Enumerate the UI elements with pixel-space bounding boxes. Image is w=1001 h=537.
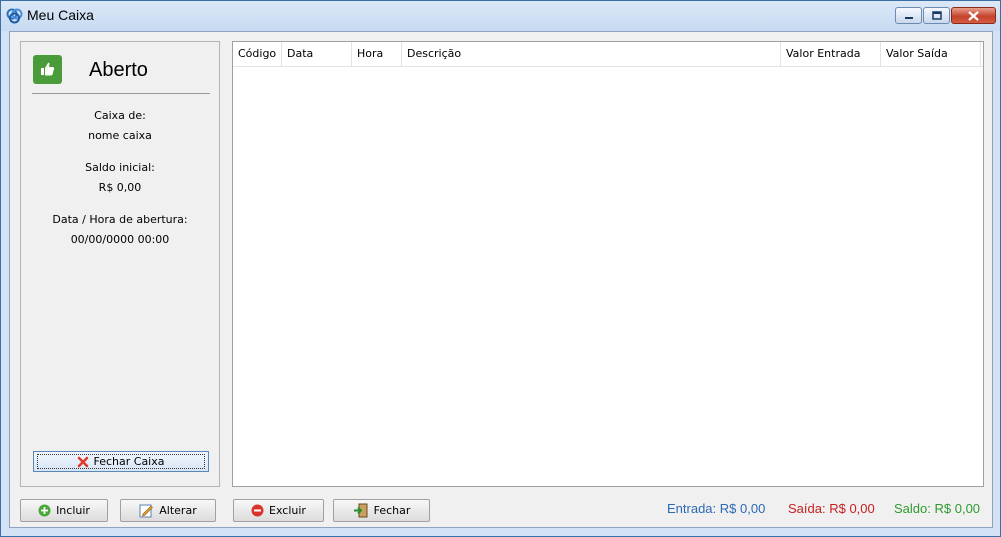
table-header: Código Data Hora Descrição Valor Entrada… (233, 42, 983, 67)
window-title: Meu Caixa (27, 7, 94, 23)
saida-total: Saída: R$ 0,00 (788, 501, 875, 516)
cash-status-panel: Aberto Caixa de: nome caixa Saldo inicia… (20, 41, 220, 487)
close-icon (968, 10, 979, 21)
fechar-label: Fechar (373, 504, 411, 517)
exit-door-icon (353, 503, 368, 518)
column-header-descricao[interactable]: Descrição (402, 42, 781, 66)
edit-icon (139, 504, 154, 518)
column-header-valor-saida[interactable]: Valor Saída (881, 42, 981, 66)
column-header-codigo[interactable]: Código (233, 42, 282, 66)
add-icon (38, 504, 51, 517)
cash-register-app-icon (6, 8, 23, 24)
column-header-hora[interactable]: Hora (352, 42, 402, 66)
alterar-button[interactable]: Alterar (120, 499, 216, 522)
fechar-caixa-button[interactable]: Fechar Caixa (33, 451, 209, 472)
cash-status-label: Aberto (89, 59, 148, 81)
saida-label: Saída: (788, 501, 826, 516)
saldo-label: Saldo: (894, 501, 931, 516)
client-area: Aberto Caixa de: nome caixa Saldo inicia… (9, 31, 993, 528)
excluir-button[interactable]: Excluir (233, 499, 324, 522)
caixa-name-value: nome caixa (88, 129, 152, 142)
abertura-label: Data / Hora de abertura: (52, 213, 188, 226)
minimize-button[interactable] (895, 7, 922, 24)
saldo-total: Saldo: R$ 0,00 (894, 501, 980, 516)
saldo-value: R$ 0,00 (934, 501, 981, 516)
entrada-label: Entrada: (667, 501, 717, 516)
delete-icon (251, 504, 264, 517)
abertura-value: 00/00/0000 00:00 (70, 233, 170, 246)
saldo-inicial-label: Saldo inicial: (85, 161, 155, 174)
incluir-label: Incluir (56, 504, 90, 517)
incluir-button[interactable]: Incluir (20, 499, 108, 522)
saida-value: R$ 0,00 (829, 501, 875, 516)
transactions-table[interactable]: Código Data Hora Descrição Valor Entrada… (232, 41, 984, 487)
column-header-data[interactable]: Data (282, 42, 352, 66)
maximize-icon (931, 11, 942, 20)
minimize-icon (904, 16, 913, 19)
close-button[interactable] (951, 7, 996, 24)
fechar-button[interactable]: Fechar (333, 499, 430, 522)
excluir-label: Excluir (269, 504, 306, 517)
title-bar[interactable]: Meu Caixa (1, 1, 1000, 31)
maximize-button[interactable] (923, 7, 950, 24)
column-header-valor-entrada[interactable]: Valor Entrada (781, 42, 881, 66)
saldo-inicial-value: R$ 0,00 (98, 181, 142, 194)
fechar-caixa-label: Fechar Caixa (93, 455, 165, 468)
thumbs-up-icon (33, 55, 62, 84)
red-x-icon (78, 456, 89, 467)
alterar-label: Alterar (159, 504, 197, 517)
entrada-total: Entrada: R$ 0,00 (667, 501, 765, 516)
divider (32, 93, 210, 94)
entrada-value: R$ 0,00 (719, 501, 766, 516)
app-window: Meu Caixa Aberto Caixa de: nome caixa Sa… (0, 0, 1001, 537)
caixa-label: Caixa de: (94, 109, 146, 122)
